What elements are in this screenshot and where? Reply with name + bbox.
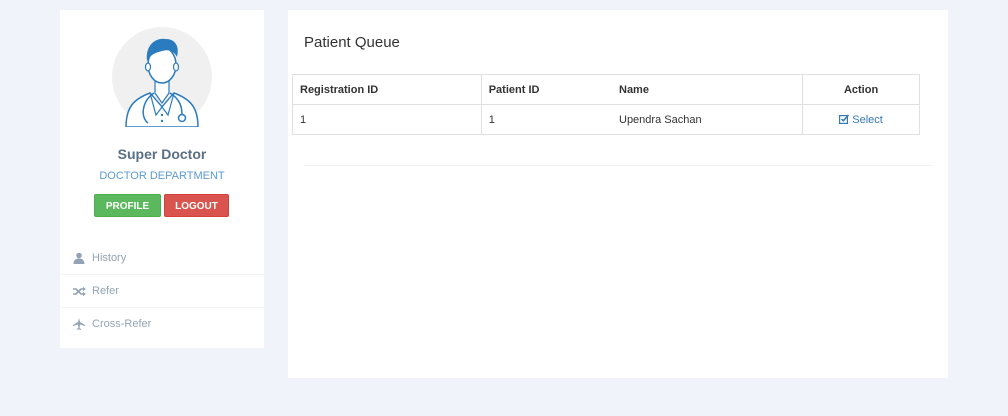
user-department: DOCTOR DEPARTMENT bbox=[99, 170, 225, 182]
sidebar-item-label: Refer bbox=[92, 285, 119, 297]
avatar bbox=[112, 27, 212, 127]
patient-queue-table: Registration ID Patient ID Name Action 1… bbox=[292, 74, 920, 135]
page-title: Patient Queue bbox=[304, 34, 400, 51]
sidebar-item-cross-refer[interactable]: Cross-Refer bbox=[60, 308, 264, 340]
shuffle-icon bbox=[72, 284, 86, 298]
cell-patient-id: 1 bbox=[480, 104, 612, 135]
divider bbox=[304, 165, 932, 166]
user-name: Super Doctor bbox=[117, 146, 207, 162]
user-icon bbox=[72, 251, 86, 265]
logout-button[interactable]: LOGOUT bbox=[164, 194, 229, 217]
sidebar-item-history[interactable]: History bbox=[60, 242, 264, 275]
table-header-row: Registration ID Patient ID Name Action bbox=[292, 74, 920, 105]
sidebar: Super Doctor DOCTOR DEPARTMENT PROFILE L… bbox=[60, 10, 264, 348]
cell-registration-id: 1 bbox=[292, 104, 482, 135]
sidebar-nav: History Refer Cross-Refer bbox=[60, 242, 264, 340]
column-header-name: Name bbox=[612, 74, 804, 105]
column-header-action: Action bbox=[802, 74, 920, 105]
sidebar-item-label: History bbox=[92, 252, 127, 264]
sidebar-item-label: Cross-Refer bbox=[92, 318, 152, 330]
profile-button[interactable]: PROFILE bbox=[94, 194, 161, 217]
select-button[interactable]: Select bbox=[839, 114, 883, 126]
sidebar-item-refer[interactable]: Refer bbox=[60, 275, 264, 308]
column-header-patient-id: Patient ID bbox=[480, 74, 612, 105]
plane-icon bbox=[72, 317, 86, 331]
column-header-registration-id: Registration ID bbox=[292, 74, 482, 105]
main-panel: Patient Queue Registration ID Patient ID… bbox=[288, 10, 948, 378]
table-row: 1 1 Upendra Sachan Select bbox=[292, 104, 920, 135]
cell-action: Select bbox=[802, 104, 920, 135]
cell-name: Upendra Sachan bbox=[612, 104, 804, 135]
select-label: Select bbox=[852, 113, 883, 126]
edit-check-icon bbox=[839, 113, 850, 124]
doctor-avatar-icon bbox=[112, 27, 212, 127]
